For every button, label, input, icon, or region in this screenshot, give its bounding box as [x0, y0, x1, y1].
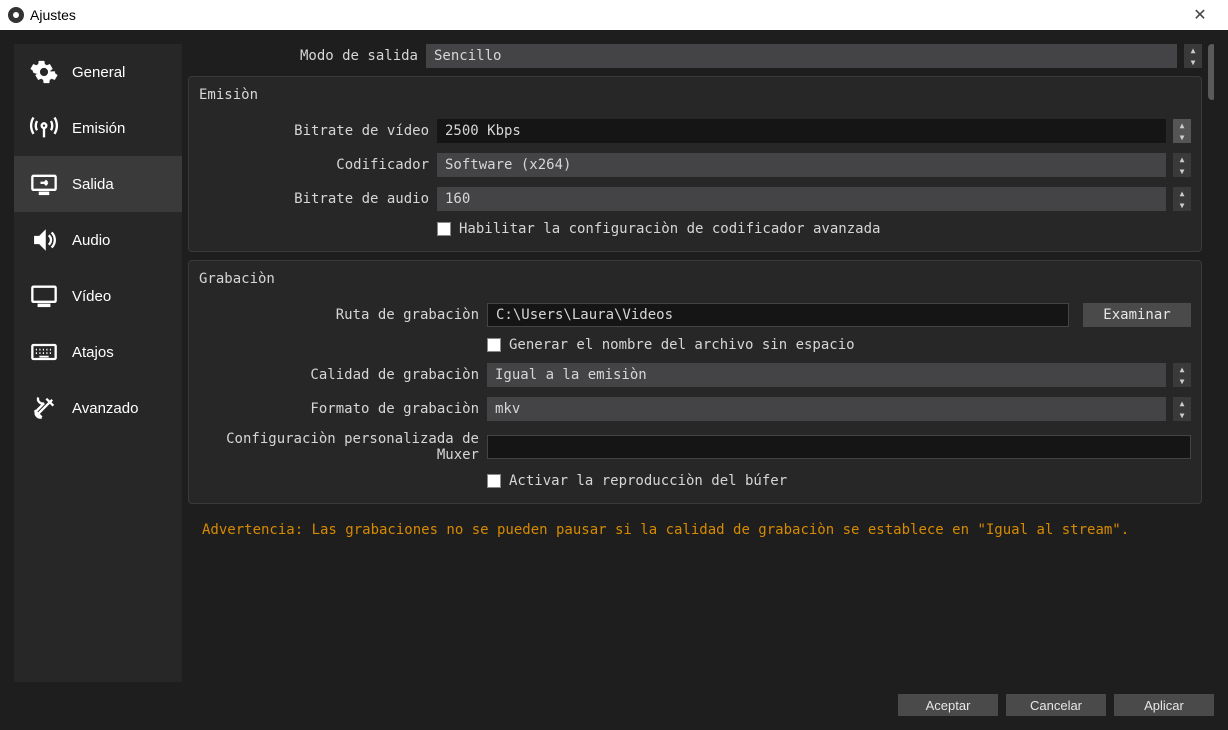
recording-format-label: Formato de grabaciòn — [199, 401, 479, 417]
window-title: Ajustes — [30, 7, 76, 23]
sidebar-item-label: General — [72, 64, 125, 81]
recording-path-label: Ruta de grabaciòn — [199, 307, 479, 323]
filename-nospace-checkbox[interactable] — [487, 338, 501, 352]
output-mode-select[interactable]: Sencillo — [426, 44, 1177, 68]
gear-icon — [28, 58, 60, 86]
sidebar-item-stream[interactable]: Emisión — [14, 100, 182, 156]
muxer-label: Configuraciòn personalizada de Muxer — [199, 431, 479, 463]
app-icon — [8, 7, 24, 23]
encoder-label: Codificador — [199, 157, 429, 173]
sidebar-item-output[interactable]: Salida — [14, 156, 182, 212]
sidebar-item-label: Emisión — [72, 120, 125, 137]
broadcast-icon — [28, 114, 60, 142]
video-bitrate-label: Bitrate de vídeo — [199, 123, 429, 139]
recording-title: Grabaciòn — [199, 271, 1191, 287]
recording-quality-label: Calidad de grabaciòn — [199, 367, 479, 383]
emission-title: Emisiòn — [199, 87, 1191, 103]
warning-text: Advertencia: Las grabaciones no se puede… — [188, 522, 1214, 538]
sidebar-item-label: Atajos — [72, 344, 114, 361]
browse-button[interactable]: Examinar — [1083, 303, 1191, 327]
advanced-encoder-checkbox[interactable] — [437, 222, 451, 236]
filename-nospace-label: Generar el nombre del archivo sin espaci… — [509, 337, 855, 353]
muxer-input[interactable] — [487, 435, 1191, 459]
monitor-icon — [28, 282, 60, 310]
cancel-button[interactable]: Cancelar — [1006, 694, 1106, 716]
buffer-label: Activar la reproducciòn del búfer — [509, 473, 787, 489]
video-bitrate-spin[interactable]: ▲▼ — [1173, 119, 1191, 143]
ok-button[interactable]: Aceptar — [898, 694, 998, 716]
apply-button[interactable]: Aplicar — [1114, 694, 1214, 716]
sidebar: General Emisión Salida Audio Vídeo Atajo… — [14, 44, 182, 682]
scrollbar[interactable] — [1208, 44, 1214, 100]
tools-icon — [28, 394, 60, 422]
audio-bitrate-select[interactable]: 160 — [437, 187, 1166, 211]
audio-bitrate-spin[interactable]: ▲▼ — [1173, 187, 1191, 211]
dialog-buttons: Aceptar Cancelar Aplicar — [898, 694, 1214, 716]
close-icon[interactable]: ✕ — [1180, 5, 1220, 25]
titlebar: Ajustes ✕ — [0, 0, 1228, 30]
output-mode-label: Modo de salida — [188, 48, 418, 64]
recording-quality-select[interactable]: Igual a la emisiòn — [487, 363, 1166, 387]
settings-panel: Modo de salida Sencillo ▲▼ Emisiòn Bitra… — [188, 44, 1214, 682]
sidebar-item-audio[interactable]: Audio — [14, 212, 182, 268]
sidebar-item-hotkeys[interactable]: Atajos — [14, 324, 182, 380]
buffer-checkbox[interactable] — [487, 474, 501, 488]
sidebar-item-advanced[interactable]: Avanzado — [14, 380, 182, 436]
encoder-select[interactable]: Software (x264) — [437, 153, 1166, 177]
output-icon — [28, 170, 60, 198]
sidebar-item-label: Audio — [72, 232, 110, 249]
sidebar-item-video[interactable]: Vídeo — [14, 268, 182, 324]
recording-quality-spin[interactable]: ▲▼ — [1173, 363, 1191, 387]
sidebar-item-label: Vídeo — [72, 288, 111, 305]
advanced-encoder-label: Habilitar la configuraciòn de codificado… — [459, 221, 880, 237]
encoder-spin[interactable]: ▲▼ — [1173, 153, 1191, 177]
recording-format-spin[interactable]: ▲▼ — [1173, 397, 1191, 421]
keyboard-icon — [28, 338, 60, 366]
video-bitrate-input[interactable]: 2500 Kbps — [437, 119, 1166, 143]
emission-group: Emisiòn Bitrate de vídeo 2500 Kbps ▲▼ Co… — [188, 76, 1202, 252]
sidebar-item-label: Salida — [72, 176, 114, 193]
sidebar-item-general[interactable]: General — [14, 44, 182, 100]
output-mode-spin[interactable]: ▲▼ — [1184, 44, 1202, 68]
sidebar-item-label: Avanzado — [72, 400, 138, 417]
recording-format-select[interactable]: mkv — [487, 397, 1166, 421]
recording-path-input[interactable] — [487, 303, 1069, 327]
recording-group: Grabaciòn Ruta de grabaciòn Examinar Gen… — [188, 260, 1202, 504]
speaker-icon — [28, 226, 60, 254]
audio-bitrate-label: Bitrate de audio — [199, 191, 429, 207]
